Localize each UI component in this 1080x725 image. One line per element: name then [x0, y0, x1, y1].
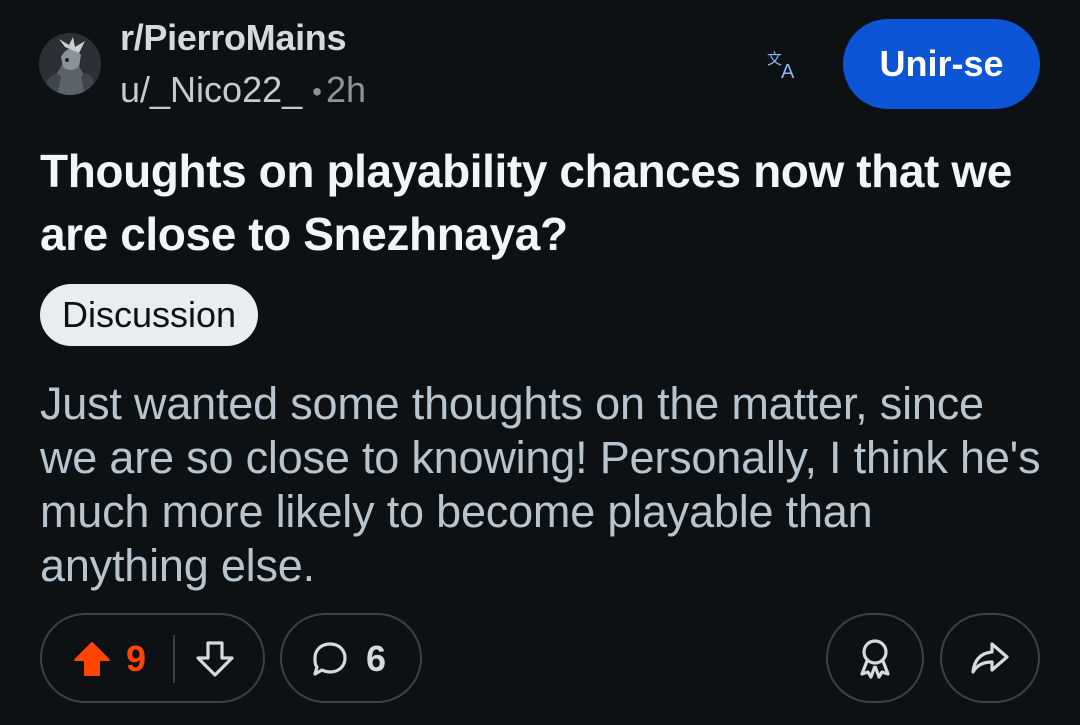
vote-control: 9 — [40, 613, 265, 703]
award-button[interactable] — [826, 613, 924, 703]
subreddit-avatar[interactable] — [39, 33, 101, 95]
author-name[interactable]: u/_Nico22_ — [120, 69, 302, 110]
award-icon — [860, 639, 890, 679]
comment-count: 6 — [366, 638, 387, 679]
post-meta: r/PierroMains u/_Nico22_ • 2h — [120, 16, 366, 114]
post-body: Just wanted some thoughts on the matter,… — [40, 378, 1041, 591]
share-button[interactable] — [940, 613, 1040, 703]
svg-text:文: 文 — [767, 50, 782, 68]
comments-button[interactable]: 6 — [280, 613, 422, 703]
vote-divider — [173, 635, 175, 683]
post-age: 2h — [325, 69, 366, 110]
join-button[interactable]: Unir-se — [843, 19, 1040, 109]
translate-icon[interactable]: 文 A — [764, 48, 804, 83]
post-title[interactable]: Thoughts on playability chances now that… — [40, 140, 1040, 266]
meta-separator: • — [312, 76, 322, 108]
subreddit-name[interactable]: r/PierroMains — [120, 16, 366, 60]
upvote-arrow-icon[interactable] — [72, 640, 112, 678]
share-arrow-icon — [971, 642, 1009, 674]
svg-text:A: A — [781, 61, 795, 82]
post-flair[interactable]: Discussion — [40, 284, 259, 346]
downvote-arrow-icon[interactable] — [195, 640, 235, 678]
avatar-image — [39, 33, 101, 95]
author-line: u/_Nico22_ • 2h — [120, 68, 366, 114]
comment-bubble-icon — [311, 640, 349, 678]
vote-score: 9 — [126, 638, 147, 679]
